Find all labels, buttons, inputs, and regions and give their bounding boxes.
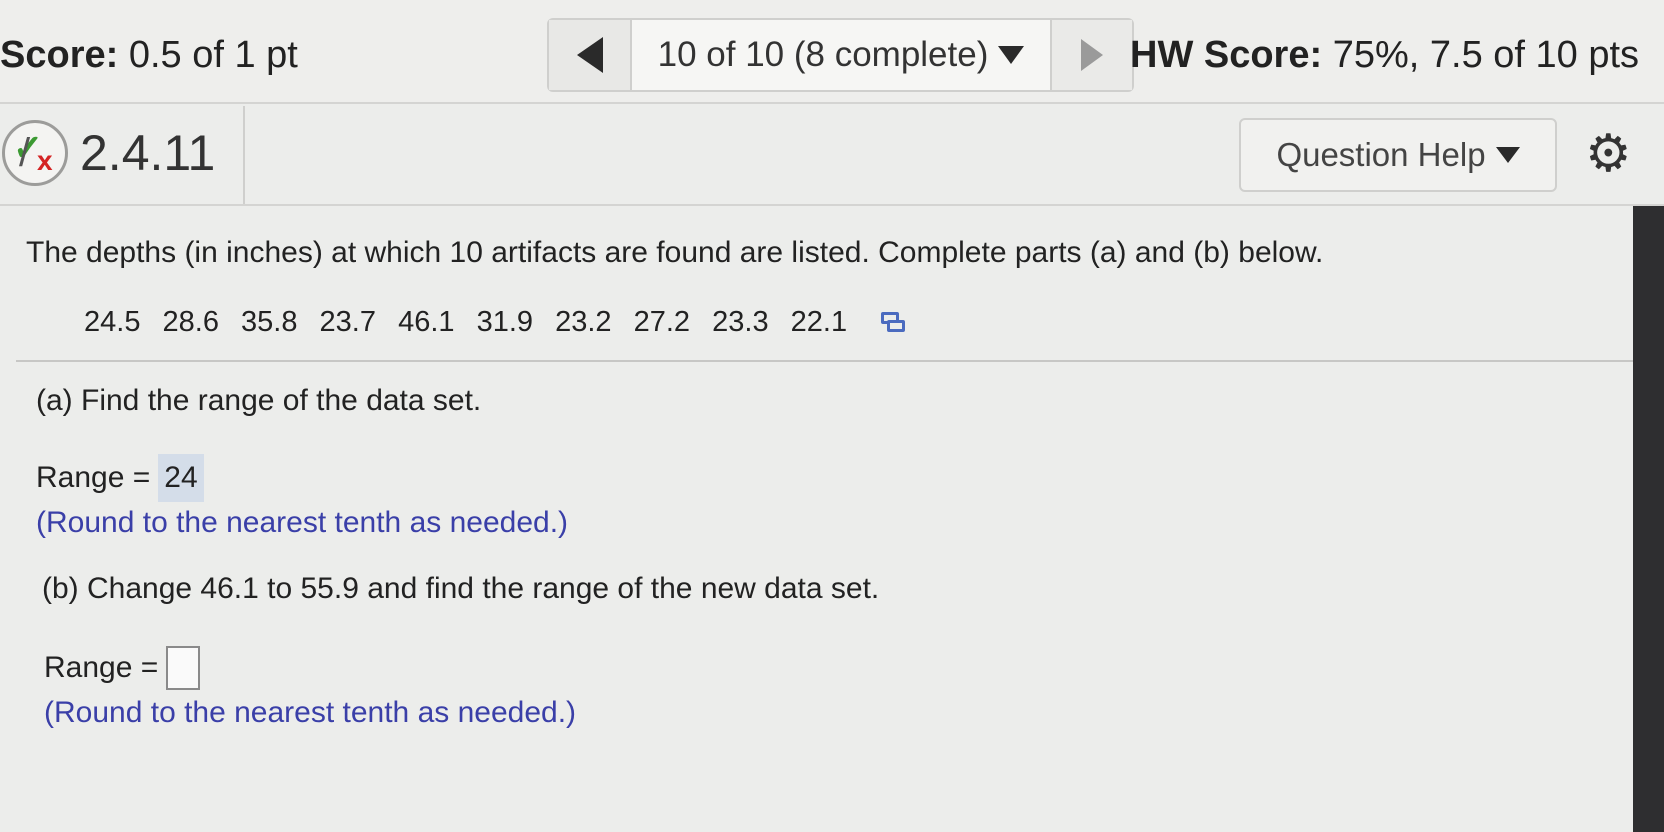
caret-down-icon	[1495, 147, 1520, 163]
question-navigator: 10 of 10 (8 complete)	[547, 18, 1134, 92]
range-label: Range =	[44, 651, 159, 684]
top-bar: Score: 0.5 of 1 pt 10 of 10 (8 complete)…	[0, 0, 1664, 104]
question-number: 2.4.11	[80, 125, 216, 181]
question-help-label: Question Help	[1276, 136, 1486, 173]
part-b-answer-field[interactable]	[166, 646, 201, 690]
data-value: 23.3	[712, 306, 769, 338]
data-value: 22.1	[790, 306, 848, 338]
data-value: 27.2	[633, 306, 691, 338]
data-set: 24.5 28.6 35.8 23.7 46.1 31.9 23.2 27.2 …	[84, 306, 921, 339]
data-value: 31.9	[476, 306, 534, 338]
arrow-right-icon	[1081, 39, 1103, 71]
part-b-hint: (Round to the nearest tenth as needed.)	[44, 696, 577, 729]
partial-credit-icon: ✓ / x	[2, 120, 68, 186]
question-selector-label: 10 of 10 (8 complete)	[657, 35, 989, 74]
next-question-button[interactable]	[1052, 20, 1132, 90]
arrow-left-icon	[576, 37, 603, 73]
hw-score-label: HW Score:	[1130, 34, 1323, 76]
section-divider	[16, 360, 1662, 362]
part-b-question: (b) Change 46.1 to 55.9 and find the ran…	[42, 572, 880, 605]
hw-score-value: 75%, 7.5 of 10 pts	[1332, 34, 1640, 76]
data-value: 23.7	[319, 306, 376, 338]
question-header: ✓ / x 2.4.11 Question Help ⚙	[0, 106, 1664, 206]
question-prompt: The depths (in inches) at which 10 artif…	[26, 236, 1324, 269]
part-a-question: (a) Find the range of the data set.	[36, 384, 482, 417]
divider	[243, 106, 245, 204]
data-value: 35.8	[241, 306, 298, 338]
part-a-hint: (Round to the nearest tenth as needed.)	[36, 506, 569, 539]
gear-icon[interactable]: ⚙	[1585, 128, 1637, 180]
hw-score-display: HW Score: 75%, 7.5 of 10 pts	[1130, 34, 1639, 77]
data-value: 28.6	[162, 306, 219, 338]
data-value: 24.5	[84, 306, 141, 338]
caret-down-icon	[998, 46, 1025, 64]
question-help-button[interactable]: Question Help	[1239, 118, 1557, 192]
copy-data-icon[interactable]	[881, 312, 907, 334]
previous-question-button[interactable]	[549, 20, 632, 90]
part-b-answer-row: Range =	[44, 646, 201, 690]
part-a-answer-row: Range = 24	[36, 454, 205, 502]
question-content: The depths (in inches) at which 10 artif…	[0, 206, 1664, 832]
score-label: Score:	[0, 34, 119, 76]
score-value: 0.5 of 1 pt	[128, 34, 298, 76]
score-display: Score: 0.5 of 1 pt	[0, 34, 298, 77]
data-value: 23.2	[555, 306, 612, 338]
range-label: Range =	[36, 461, 151, 494]
screen-bezel	[1633, 206, 1664, 832]
data-value: 46.1	[398, 306, 455, 338]
part-a-answer-field[interactable]: 24	[158, 454, 205, 502]
question-selector-dropdown[interactable]: 10 of 10 (8 complete)	[632, 20, 1052, 90]
